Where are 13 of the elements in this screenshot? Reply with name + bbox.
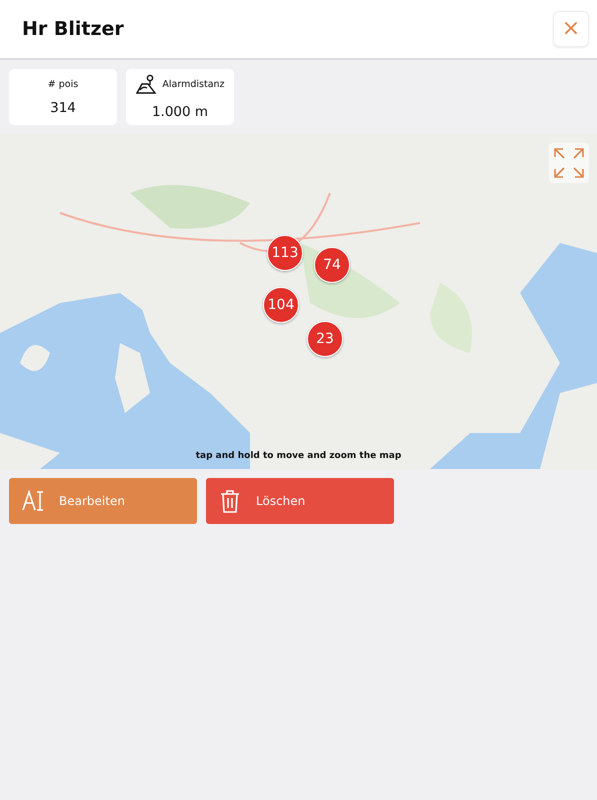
map-pin-icon bbox=[135, 74, 158, 94]
stat-value: 1.000 m bbox=[152, 104, 208, 120]
close-button[interactable]: × bbox=[553, 11, 589, 47]
stat-value: 314 bbox=[50, 100, 76, 116]
map-hint: tap and hold to move and zoom the map bbox=[194, 451, 402, 461]
text-cursor-icon bbox=[21, 489, 45, 513]
edit-button[interactable]: Bearbeiten bbox=[9, 478, 197, 524]
window-title: Hr Blitzer bbox=[22, 18, 124, 40]
expand-icon[interactable] bbox=[549, 143, 589, 183]
stat-label: Alarmdistanz bbox=[162, 78, 225, 90]
delete-button[interactable]: Löschen bbox=[206, 478, 394, 524]
stat-label: # pois bbox=[48, 78, 78, 90]
trash-icon bbox=[218, 489, 242, 513]
